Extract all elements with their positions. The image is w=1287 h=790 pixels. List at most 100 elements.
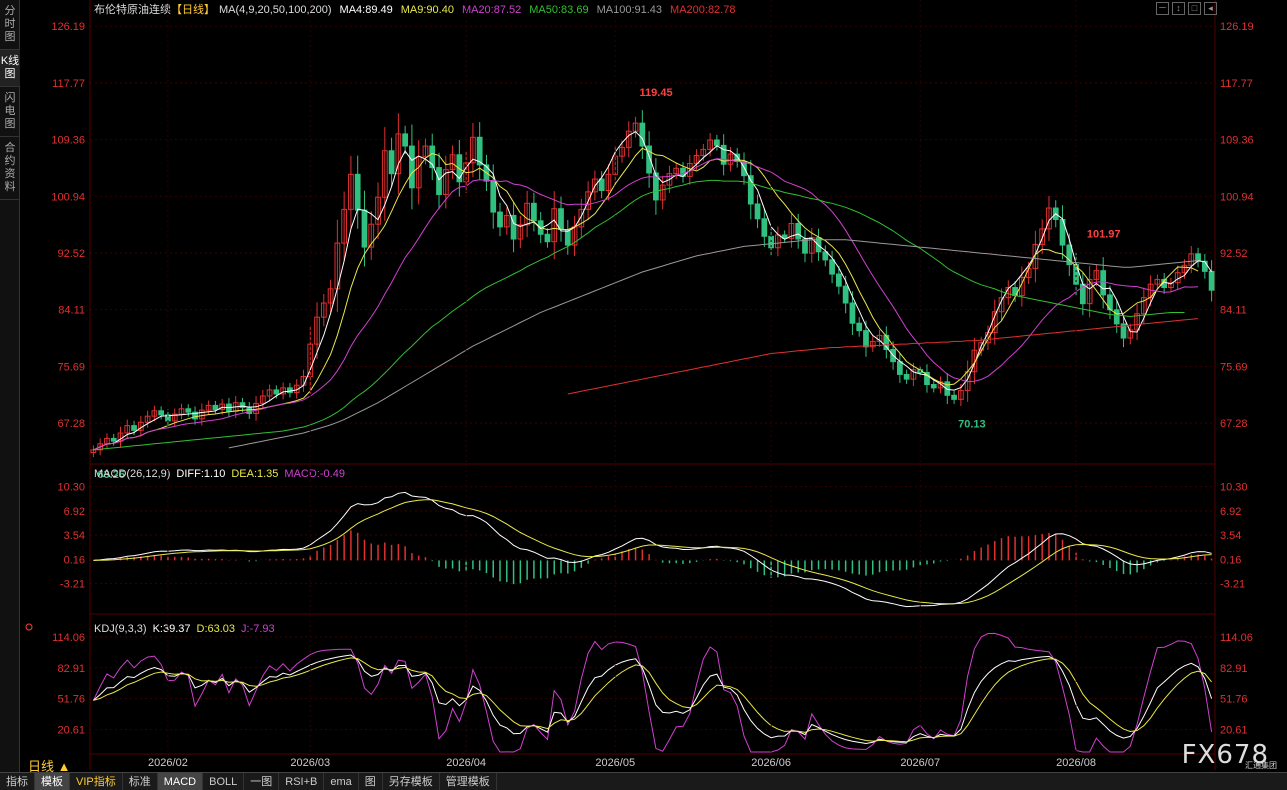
bottom-tab-11[interactable]: 管理模板 (440, 772, 497, 790)
candle-body (497, 211, 503, 228)
candle-body (1100, 270, 1107, 296)
macd-panel: 10.30 10.30 6.92 6.92 3.54 3.54 0.16 0.16 -3.21 -… (57, 468, 1248, 608)
kdj-ytick-left-0: 114.06 (52, 632, 85, 644)
candle (348, 155, 354, 228)
bottom-tab-0[interactable]: 指标 (0, 772, 35, 790)
candle (544, 228, 551, 248)
candle (476, 122, 483, 181)
macd-ytick-right-3: 0.16 (1220, 554, 1241, 566)
annotation-high: 119.45 (640, 87, 673, 99)
bottom-tab-4[interactable]: MACD (157, 772, 204, 790)
candle-body (849, 302, 856, 324)
price-ytick-left-5: 84.11 (58, 305, 85, 317)
sidebar-tab-1[interactable]: K线图 (0, 50, 20, 87)
candle (1005, 280, 1012, 305)
candle (497, 202, 503, 237)
price-ytick-left-7: 67.28 (57, 418, 85, 430)
kdj-title: KDJ(9,3,3) (94, 623, 147, 635)
price-ytick-right-5: 84.11 (1220, 305, 1247, 317)
candle (253, 396, 259, 421)
candle-body (1208, 270, 1215, 291)
candle (639, 110, 646, 160)
bottom-tab-1[interactable]: 模板 (35, 772, 70, 790)
ma-title: MA(4,9,20,50,100,200) (219, 4, 332, 16)
bottom-tab-9[interactable]: 图 (359, 772, 383, 790)
window-button-0[interactable]: － (1156, 2, 1169, 15)
candle (402, 125, 409, 155)
candle (1059, 205, 1066, 260)
candle (632, 116, 639, 138)
price-ytick-right-1: 117.77 (1220, 78, 1253, 90)
price-ytick-right-7: 67.28 (1220, 418, 1248, 430)
price-header: 布伦特原油连续【日线】 MA(4,9,20,50,100,200) MA4:89.4… (94, 2, 735, 16)
candle-body (842, 285, 849, 304)
candle (869, 336, 876, 352)
ma-line-ma200 (567, 318, 1199, 395)
kdj-panel: 114.06 114.06 82.91 82.91 51.76 51.76 20.61 20.… (52, 623, 1253, 753)
price-ytick-right-4: 92.52 (1220, 248, 1248, 260)
window-button-1[interactable]: ↕ (1172, 2, 1185, 15)
candle (747, 160, 754, 220)
candle (415, 140, 422, 205)
candle (551, 191, 558, 260)
window-button-3[interactable]: ◂ (1204, 2, 1217, 15)
bottom-tab-10[interactable]: 另存模板 (383, 772, 440, 790)
kdj-ytick-left-2: 51.76 (57, 694, 85, 706)
bottom-tab-6[interactable]: 一图 (244, 772, 280, 790)
annotation-high: 101.97 (1087, 229, 1121, 241)
candle-body (402, 133, 409, 147)
sidebar-tab-2[interactable]: 闪电图 (0, 87, 20, 137)
candle (720, 134, 727, 176)
price-ytick-right-3: 100.94 (1220, 191, 1254, 203)
macd-diff-line (93, 491, 1212, 608)
candle (470, 123, 476, 178)
kdj-j-line (92, 632, 1213, 753)
chart-area[interactable]: 126.19 126.19 117.77 117.77 109.36 109.36 100.… (20, 0, 1287, 772)
candle (903, 369, 910, 384)
x-tick-2: 2026/04 (446, 757, 486, 769)
bottom-tab-3[interactable]: 标准 (123, 772, 158, 790)
candle (754, 194, 761, 229)
sidebar-tab-0[interactable]: 分时图 (0, 0, 20, 50)
price-ytick-left-3: 100.94 (51, 191, 85, 203)
candle (564, 219, 571, 255)
price-ytick-left-2: 109.36 (51, 135, 85, 147)
candle-body (131, 425, 137, 431)
candle-body (564, 229, 571, 246)
kdj-ytick-left-3: 20.61 (57, 725, 85, 737)
bottom-tab-5[interactable]: BOLL (203, 772, 245, 790)
bottom-tab-8[interactable]: ema (324, 772, 359, 790)
candle-body (110, 437, 117, 442)
x-tick-5: 2026/07 (900, 757, 940, 769)
macd-legend-1: DEA:1.35 (231, 468, 278, 480)
macd-ytick-left-0: 10.30 (57, 482, 85, 494)
candle (1208, 260, 1215, 302)
price-ytick-right-6: 75.69 (1220, 361, 1248, 373)
candle-body (361, 209, 368, 248)
x-tick-6: 2026/08 (1056, 757, 1096, 769)
instrument-name: 布伦特原油连续 (94, 2, 171, 16)
sidebar-tab-3[interactable]: 合约资料 (0, 137, 20, 200)
price-ytick-left-0: 126.19 (51, 21, 85, 33)
candle (205, 400, 212, 415)
candle (619, 140, 625, 163)
candle-body (802, 238, 808, 254)
candle-body (1201, 260, 1208, 272)
candle (883, 326, 890, 359)
candle (802, 229, 808, 263)
candle (90, 445, 97, 458)
macd-dea-line (93, 499, 1212, 605)
ma-value-4: MA100:91.43 (597, 4, 662, 16)
candle (341, 191, 348, 261)
candle-body (158, 410, 165, 416)
ma-value-2: MA20:87.52 (462, 4, 521, 16)
candle-body (409, 145, 415, 189)
bottom-tab-2[interactable]: VIP指标 (70, 772, 123, 790)
kdj-settings-icon (25, 623, 33, 631)
bottom-tab-7[interactable]: RSI+B (279, 772, 325, 790)
candle (334, 219, 341, 313)
ma-line-ma4 (93, 131, 1213, 451)
candle-body (436, 167, 442, 196)
window-button-2[interactable]: □ (1188, 2, 1201, 15)
candle (896, 353, 903, 383)
